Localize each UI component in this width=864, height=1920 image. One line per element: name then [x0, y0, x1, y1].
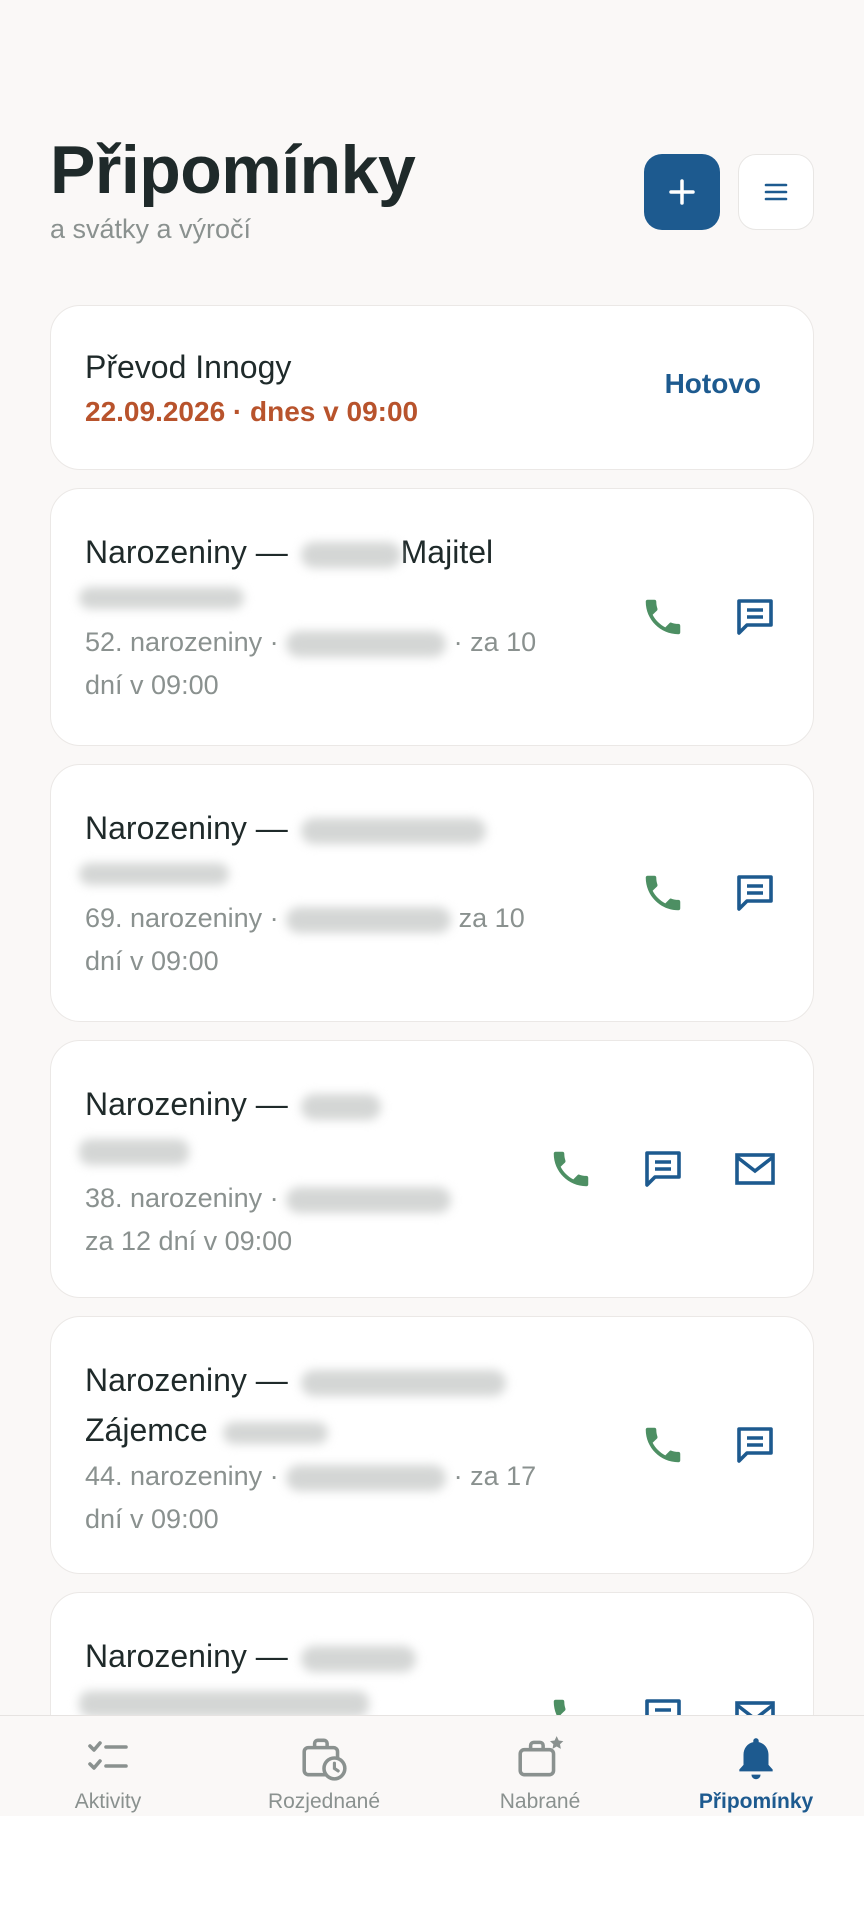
birthday-content: Narozeniny — Zájemce 44. narozeniny · · …	[85, 1355, 565, 1541]
birthday-prefix: Narozeniny —	[85, 1638, 288, 1674]
birthday-content: Narozeniny — Majitel 52. narozeniny · · …	[79, 527, 565, 707]
reminder-card[interactable]: Převod Innogy 22.09.2026 · dnes v 09:00 …	[50, 305, 814, 470]
birthday-info: 69. narozeniny · za 10 dní v 09:00	[85, 897, 565, 983]
chat-icon	[645, 1151, 681, 1187]
phone-icon	[553, 1151, 589, 1187]
chat-icon	[737, 599, 773, 635]
briefcase-clock-icon	[298, 1732, 350, 1784]
header-actions	[644, 154, 814, 230]
birthday-prefix: Narozeniny —	[85, 1086, 288, 1122]
birthday-age: 52. narozeniny ·	[85, 627, 279, 657]
reminder-list: Převod Innogy 22.09.2026 · dnes v 09:00 …	[50, 305, 814, 1810]
header: Připomínky a svátky a výročí	[50, 130, 814, 260]
birthday-title: Narozeniny —	[85, 1355, 565, 1405]
birthday-when: · za 17	[453, 1461, 537, 1491]
birthday-content: Narozeniny — 69. narozeniny · za 10 dní …	[79, 803, 565, 983]
chat-icon	[737, 875, 773, 911]
nav-reminders[interactable]: Připomínky	[648, 1716, 864, 1816]
birthday-when: za 10	[458, 903, 525, 933]
reminder-title: Převod Innogy	[85, 349, 292, 385]
birthday-when-time: za 12 dní v 09:00	[85, 1226, 293, 1256]
redacted-date	[286, 630, 447, 657]
nav-label: Připomínky	[698, 1790, 814, 1813]
call-button[interactable]	[547, 1145, 595, 1193]
phone-icon	[645, 1427, 681, 1463]
birthday-title: Narozeniny — Majitel	[85, 527, 565, 577]
call-button[interactable]	[639, 869, 687, 917]
reminder-content: Převod Innogy 22.09.2026 · dnes v 09:00	[85, 342, 565, 428]
birthday-card[interactable]: Narozeniny — 38. narozeniny · za 12 dní …	[50, 1040, 814, 1298]
nav-label: Nabrané	[499, 1790, 581, 1813]
birthday-age: 38. narozeniny ·	[85, 1183, 279, 1213]
redacted-detail	[222, 1421, 328, 1444]
birthday-content: Narozeniny — 38. narozeniny · za 12 dní …	[79, 1079, 485, 1263]
redacted-detail	[79, 863, 229, 885]
birthday-info: 44. narozeniny · · za 17 dní v 09:00	[85, 1455, 565, 1541]
reminder-date: 22.09.2026 · dnes v 09:00	[85, 396, 419, 427]
contact-actions	[639, 489, 779, 745]
checklist-icon	[82, 1732, 134, 1784]
message-button[interactable]	[731, 1421, 779, 1469]
birthday-card[interactable]: Narozeniny — Zájemce 44. narozeniny · · …	[50, 1316, 814, 1574]
birthday-title: Narozeniny —	[85, 803, 565, 853]
contact-role: Zájemce	[85, 1412, 208, 1448]
redacted-name	[300, 1645, 416, 1672]
email-button[interactable]	[731, 1145, 779, 1193]
redacted-detail	[79, 587, 244, 609]
call-button[interactable]	[639, 1421, 687, 1469]
birthday-when-time: dní v 09:00	[85, 670, 219, 700]
birthday-title: Narozeniny —	[85, 1079, 485, 1129]
chat-icon	[737, 1427, 773, 1463]
redacted-date	[286, 1464, 447, 1491]
birthday-card[interactable]: Narozeniny — Majitel 52. narozeniny · · …	[50, 488, 814, 746]
birthday-prefix: Narozeniny —	[85, 1362, 288, 1398]
briefcase-star-icon	[514, 1732, 566, 1784]
menu-icon	[764, 183, 788, 201]
message-button[interactable]	[731, 869, 779, 917]
birthday-card[interactable]: Narozeniny — 69. narozeniny · za 10 dní …	[50, 764, 814, 1022]
birthday-title: Narozeniny —	[85, 1631, 565, 1681]
contact-actions	[639, 1317, 779, 1573]
reminders-screen: Připomínky a svátky a výročí Převod Inno…	[0, 0, 864, 1816]
add-button[interactable]	[644, 154, 720, 230]
phone-icon	[645, 599, 681, 635]
nav-activities[interactable]: Aktivity	[0, 1716, 216, 1816]
message-button[interactable]	[639, 1145, 687, 1193]
redacted-name	[300, 1093, 381, 1120]
call-button[interactable]	[639, 593, 687, 641]
birthday-age: 44. narozeniny ·	[85, 1461, 279, 1491]
birthday-info: 52. narozeniny · · za 10 dní v 09:00	[85, 621, 565, 707]
redacted-date	[286, 1186, 452, 1213]
birthday-when-time: dní v 09:00	[85, 946, 219, 976]
plus-icon	[669, 179, 695, 205]
menu-button[interactable]	[738, 154, 814, 230]
redacted-detail	[79, 1139, 189, 1165]
contact-actions	[547, 1041, 779, 1297]
birthday-prefix: Narozeniny —	[85, 534, 288, 570]
birthday-role-line: Zájemce	[85, 1405, 565, 1455]
contact-role: Majitel	[400, 534, 494, 570]
contact-actions	[639, 765, 779, 1021]
nav-in-progress[interactable]: Rozjednané	[216, 1716, 432, 1816]
redacted-name	[300, 1369, 506, 1396]
redacted-date	[286, 906, 452, 933]
bell-icon	[730, 1732, 782, 1784]
bottom-nav: Aktivity Rozjednané Nabrané Připomínky	[0, 1715, 864, 1816]
nav-label: Rozjednané	[267, 1790, 381, 1813]
nav-label: Aktivity	[74, 1790, 142, 1813]
phone-icon	[645, 875, 681, 911]
birthday-prefix: Narozeniny —	[85, 810, 288, 846]
redacted-detail	[79, 1691, 369, 1717]
birthday-when-time: dní v 09:00	[85, 1504, 219, 1534]
done-button[interactable]: Hotovo	[665, 368, 761, 400]
mail-icon	[735, 1153, 775, 1185]
nav-acquired[interactable]: Nabrané	[432, 1716, 648, 1816]
message-button[interactable]	[731, 593, 779, 641]
redacted-name	[300, 541, 401, 568]
birthday-when: · za 10	[453, 627, 537, 657]
redacted-name	[300, 817, 486, 844]
birthday-info: 38. narozeniny · za 12 dní v 09:00	[85, 1177, 485, 1263]
birthday-age: 69. narozeniny ·	[85, 903, 279, 933]
